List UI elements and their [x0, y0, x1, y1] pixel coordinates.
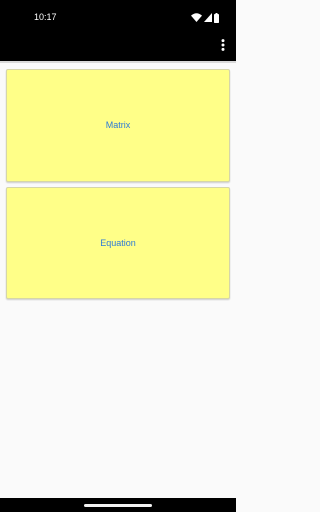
matrix-card-label: Matrix: [105, 120, 131, 130]
matrix-card[interactable]: Matrix: [6, 69, 230, 182]
overflow-menu-button[interactable]: [218, 38, 228, 56]
navigation-bar: [0, 498, 236, 512]
equation-card[interactable]: Equation: [6, 187, 230, 299]
wifi-icon: [191, 13, 202, 22]
battery-icon: [214, 12, 219, 23]
status-clock: 10:17: [34, 12, 57, 22]
app-bar: [0, 33, 236, 61]
status-icons: [191, 12, 219, 23]
more-vert-icon: [221, 38, 225, 56]
home-gesture-handle[interactable]: [84, 504, 152, 507]
cellular-signal-icon: [204, 13, 212, 22]
main-content: Matrix Equation: [0, 63, 236, 498]
status-bar: 10:17: [0, 0, 236, 33]
equation-card-label: Equation: [100, 237, 136, 248]
